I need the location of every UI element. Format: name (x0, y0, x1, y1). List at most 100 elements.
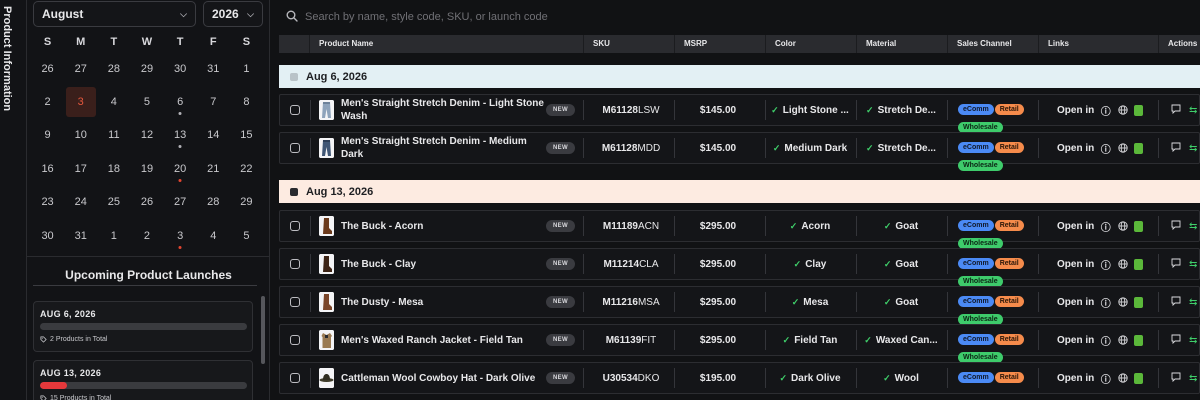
calendar-day[interactable]: 27 (164, 187, 197, 217)
swap-icon[interactable]: ⇆ (1189, 143, 1197, 154)
calendar-day[interactable]: 9 (31, 120, 64, 150)
table-row[interactable]: Men's Waxed Ranch Jacket - Field Tan NEW… (279, 324, 1200, 363)
calendar-day[interactable]: 19 (130, 154, 163, 184)
column-header[interactable]: SKU (583, 35, 674, 53)
product-name[interactable]: Cattleman Wool Cowboy Hat - Dark Olive (341, 363, 546, 393)
comment-icon[interactable] (1171, 258, 1181, 271)
shopify-icon[interactable] (1134, 258, 1144, 270)
calendar-day[interactable]: 28 (197, 187, 230, 217)
calendar-day[interactable]: 20 (164, 154, 197, 184)
row-checkbox[interactable] (290, 259, 300, 269)
comment-icon[interactable] (1171, 372, 1181, 385)
info-icon[interactable]: ⓘ (1100, 105, 1111, 118)
table-row[interactable]: Men's Straight Stretch Denim - Medium Da… (279, 132, 1200, 171)
swap-icon[interactable]: ⇆ (1189, 373, 1197, 384)
table-row[interactable]: The Buck - Acorn NEW M11189 ACN $295.00 ✓… (279, 210, 1200, 249)
calendar-day[interactable]: 17 (64, 154, 97, 184)
info-icon[interactable]: ⓘ (1100, 259, 1111, 272)
calendar-day[interactable]: 26 (130, 187, 163, 217)
swap-icon[interactable]: ⇆ (1189, 105, 1197, 116)
search-input[interactable]: Search by name, style code, SKU, or laun… (305, 11, 548, 23)
product-name[interactable]: The Buck - Clay (341, 249, 546, 279)
calendar-day[interactable]: 10 (64, 120, 97, 150)
shopify-icon[interactable] (1134, 142, 1144, 154)
column-header[interactable]: MSRP (674, 35, 765, 53)
launch-list-scrollbar[interactable] (261, 296, 265, 364)
swap-icon[interactable]: ⇆ (1189, 221, 1197, 232)
month-select[interactable]: August ⌵ (33, 1, 196, 27)
calendar-day[interactable]: 18 (97, 154, 130, 184)
calendar-day[interactable]: 8 (230, 87, 263, 117)
column-header[interactable]: Product Name (309, 35, 583, 53)
product-name[interactable]: The Buck - Acorn (341, 211, 546, 241)
calendar-day[interactable]: 5 (130, 87, 163, 117)
calendar-day[interactable]: 27 (64, 54, 97, 84)
row-checkbox[interactable] (290, 373, 300, 383)
product-name[interactable]: Men's Waxed Ranch Jacket - Field Tan (341, 325, 546, 355)
calendar-day[interactable]: 1 (97, 221, 130, 251)
info-icon[interactable]: ⓘ (1100, 221, 1111, 234)
globe-icon[interactable] (1117, 259, 1128, 270)
info-icon[interactable]: ⓘ (1100, 143, 1111, 156)
globe-icon[interactable] (1117, 335, 1128, 346)
launch-card[interactable]: AUG 13, 2026 15 Products in Total (33, 360, 253, 400)
row-checkbox[interactable] (290, 335, 300, 345)
calendar-day[interactable]: 4 (97, 87, 130, 117)
swap-icon[interactable]: ⇆ (1189, 259, 1197, 270)
calendar-day[interactable]: 7 (197, 87, 230, 117)
calendar-day[interactable]: 3 (164, 221, 197, 251)
calendar-day[interactable]: 6 (164, 87, 197, 117)
info-icon[interactable]: ⓘ (1100, 373, 1111, 386)
column-header[interactable]: Color (765, 35, 856, 53)
launch-group-header[interactable]: Aug 6, 2026 (279, 65, 1200, 88)
calendar-day[interactable]: 12 (130, 120, 163, 150)
comment-icon[interactable] (1171, 296, 1181, 309)
launch-group-header[interactable]: Aug 13, 2026 (279, 180, 1200, 203)
globe-icon[interactable] (1117, 143, 1128, 154)
calendar-day[interactable]: 13 (164, 120, 197, 150)
product-name[interactable]: The Dusty - Mesa (341, 287, 546, 317)
product-name[interactable]: Men's Straight Stretch Denim - Medium Da… (341, 133, 546, 163)
table-row[interactable]: Cattleman Wool Cowboy Hat - Dark Olive N… (279, 362, 1200, 394)
table-row[interactable]: The Dusty - Mesa NEW M11216 MSA $295.00 ✓… (279, 286, 1200, 325)
calendar-day[interactable]: 31 (197, 54, 230, 84)
calendar-day[interactable]: 24 (64, 187, 97, 217)
table-row[interactable]: The Buck - Clay NEW M11214 CLA $295.00 ✓ C… (279, 248, 1200, 287)
comment-icon[interactable] (1171, 220, 1181, 233)
calendar-day[interactable]: 15 (230, 120, 263, 150)
globe-icon[interactable] (1117, 221, 1128, 232)
shopify-icon[interactable] (1134, 220, 1144, 232)
globe-icon[interactable] (1117, 297, 1128, 308)
globe-icon[interactable] (1117, 105, 1128, 116)
product-name[interactable]: Men's Straight Stretch Denim - Light Sto… (341, 95, 546, 125)
year-select[interactable]: 2026 ⌵ (203, 1, 263, 27)
comment-icon[interactable] (1171, 142, 1181, 155)
info-icon[interactable]: ⓘ (1100, 297, 1111, 310)
table-row[interactable]: Men's Straight Stretch Denim - Light Sto… (279, 94, 1200, 133)
calendar-day[interactable]: 31 (64, 221, 97, 251)
row-checkbox[interactable] (290, 143, 300, 153)
comment-icon[interactable] (1171, 334, 1181, 347)
row-checkbox[interactable] (290, 297, 300, 307)
calendar-day[interactable]: 25 (97, 187, 130, 217)
calendar-day[interactable]: 11 (97, 120, 130, 150)
column-header[interactable]: Sales Channel (947, 35, 1038, 53)
calendar-day-today[interactable]: 3 (65, 87, 96, 118)
comment-icon[interactable] (1171, 104, 1181, 117)
info-icon[interactable]: ⓘ (1100, 335, 1111, 348)
calendar-day[interactable]: 29 (230, 187, 263, 217)
calendar-day[interactable]: 1 (230, 54, 263, 84)
shopify-icon[interactable] (1134, 296, 1144, 308)
launch-card[interactable]: AUG 6, 2026 2 Products in Total (33, 301, 253, 352)
calendar-day[interactable]: 2 (31, 87, 64, 117)
search-bar[interactable]: Search by name, style code, SKU, or laun… (270, 0, 1200, 34)
swap-icon[interactable]: ⇆ (1189, 335, 1197, 346)
column-header[interactable]: Material (856, 35, 947, 53)
calendar-day[interactable]: 16 (31, 154, 64, 184)
calendar-day[interactable]: 30 (31, 221, 64, 251)
calendar-day[interactable]: 2 (130, 221, 163, 251)
calendar-day[interactable]: 29 (130, 54, 163, 84)
globe-icon[interactable] (1117, 373, 1128, 384)
calendar-day[interactable]: 23 (31, 187, 64, 217)
column-header[interactable]: Links (1038, 35, 1158, 53)
